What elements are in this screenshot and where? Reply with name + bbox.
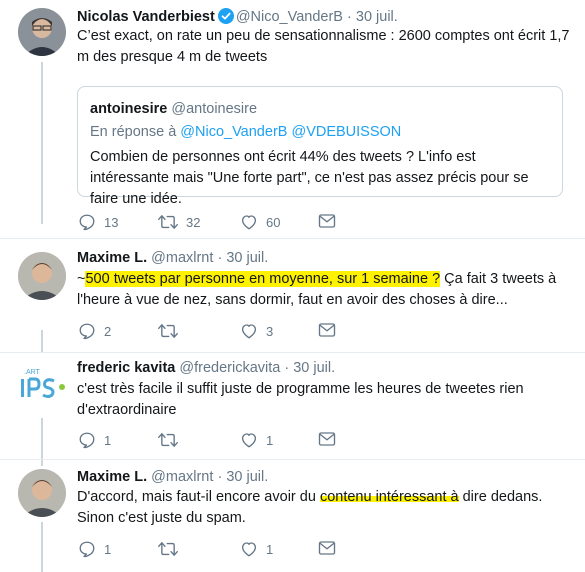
- reply-count: 2: [104, 323, 112, 339]
- retweet-button[interactable]: [158, 431, 186, 449]
- separator-dot: ·: [217, 469, 223, 485]
- heart-icon: [241, 433, 257, 448]
- user-handle[interactable]: @maxlrnt: [151, 469, 213, 485]
- dm-button[interactable]: [318, 431, 336, 447]
- retweet-icon: [158, 542, 178, 556]
- tweet-text: C’est exact, on rate un peu de sensation…: [77, 28, 570, 65]
- svg-text:.ART: .ART: [24, 369, 41, 376]
- like-button[interactable]: 3: [240, 322, 273, 340]
- envelope-icon: [318, 323, 336, 337]
- envelope-icon: [318, 214, 336, 228]
- reply-icon: [79, 541, 95, 558]
- display-name[interactable]: frederic kavita: [77, 360, 175, 376]
- like-button[interactable]: 1: [240, 540, 273, 558]
- reply-icon: [79, 214, 95, 231]
- reply-icon: [79, 432, 95, 449]
- quoted-display-name: antoinesire: [90, 101, 168, 117]
- timestamp[interactable]: 30 juil.: [356, 9, 398, 25]
- quoted-user-handle: @antoinesire: [171, 101, 258, 117]
- retweet-button[interactable]: [158, 322, 186, 340]
- like-button[interactable]: 60: [240, 213, 280, 231]
- envelope-icon: [318, 432, 336, 446]
- like-count: 60: [266, 214, 281, 230]
- tweet-text: D'accord, mais faut-il encore avoir du c…: [77, 487, 577, 529]
- tweet-text-prefix: D'accord, mais faut-il encore avoir du: [77, 489, 320, 505]
- timestamp[interactable]: 30 juil.: [226, 469, 268, 485]
- timestamp[interactable]: 30 juil.: [226, 250, 268, 266]
- separator-dot: ·: [217, 250, 223, 266]
- reply-mentions[interactable]: @Nico_VanderB @VDEBUISSON: [180, 124, 401, 140]
- reply-count: 13: [104, 214, 119, 230]
- reply-count: 1: [104, 432, 112, 448]
- envelope-icon: [318, 541, 336, 555]
- reply-icon: [79, 323, 95, 340]
- highlighted-text: contenu intéressant à: [319, 489, 459, 505]
- display-name[interactable]: Maxime L.: [77, 469, 147, 485]
- display-name[interactable]: Maxime L.: [77, 250, 147, 266]
- verified-badge-icon: [217, 8, 234, 28]
- separator-dot: ·: [347, 9, 352, 25]
- timestamp[interactable]: 30 juil.: [293, 360, 335, 376]
- dm-button[interactable]: [318, 213, 336, 229]
- user-handle[interactable]: @maxlrnt: [151, 250, 213, 266]
- retweet-icon: [158, 433, 178, 447]
- like-count: 1: [266, 541, 274, 557]
- like-button[interactable]: 1: [240, 431, 273, 449]
- reply-count: 1: [104, 541, 112, 557]
- retweet-icon: [158, 215, 178, 229]
- tweet[interactable]: Maxime L. @maxlrnt · 30 juil. D'accord, …: [0, 459, 585, 572]
- user-handle[interactable]: @frederickavita: [179, 360, 280, 376]
- avatar[interactable]: [18, 252, 66, 300]
- retweet-button[interactable]: 32: [158, 213, 200, 231]
- reply-button[interactable]: 2: [78, 322, 111, 340]
- avatar[interactable]: .ART: [18, 362, 66, 410]
- reply-button[interactable]: 1: [78, 540, 111, 558]
- like-count: 3: [266, 323, 274, 339]
- retweet-button[interactable]: [158, 540, 186, 558]
- reply-button[interactable]: 1: [78, 431, 111, 449]
- avatar[interactable]: [18, 8, 66, 56]
- tweet-text: ~500 tweets par personne en moyenne, sur…: [77, 269, 577, 311]
- tweet[interactable]: .ART frederic kavita @frederickavita · 3…: [0, 352, 585, 459]
- reply-button[interactable]: 13: [78, 213, 118, 231]
- display-name[interactable]: Nicolas Vanderbiest: [77, 9, 215, 25]
- avatar[interactable]: [18, 469, 66, 517]
- reply-context: En réponse à @Nico_VanderB @VDEBUISSON: [90, 124, 401, 140]
- highlighted-text: 500 tweets par personne en moyenne, sur …: [85, 271, 441, 287]
- user-handle[interactable]: @Nico_VanderB: [236, 9, 343, 25]
- like-count: 1: [266, 432, 274, 448]
- tweet[interactable]: Nicolas Vanderbiest @Nico_VanderB · 30 ju…: [0, 0, 585, 238]
- heart-icon: [241, 324, 257, 339]
- heart-icon: [241, 215, 257, 230]
- separator-dot: ·: [284, 360, 290, 376]
- tweet[interactable]: Maxime L. @maxlrnt · 30 juil. ~500 tweet…: [0, 238, 585, 352]
- retweet-icon: [158, 324, 178, 338]
- dm-button[interactable]: [318, 540, 336, 556]
- retweet-count: 32: [186, 214, 201, 230]
- quoted-tweet[interactable]: antoinesire @antoinesire En réponse à @N…: [77, 86, 563, 207]
- heart-icon: [241, 542, 257, 557]
- dm-button[interactable]: [318, 322, 336, 338]
- quoted-tweet-text: Combien de personnes ont écrit 44% des t…: [90, 149, 529, 207]
- tweet-text: c'est très facile il suffit juste de pro…: [77, 381, 524, 418]
- reply-prefix: En réponse à: [90, 124, 177, 140]
